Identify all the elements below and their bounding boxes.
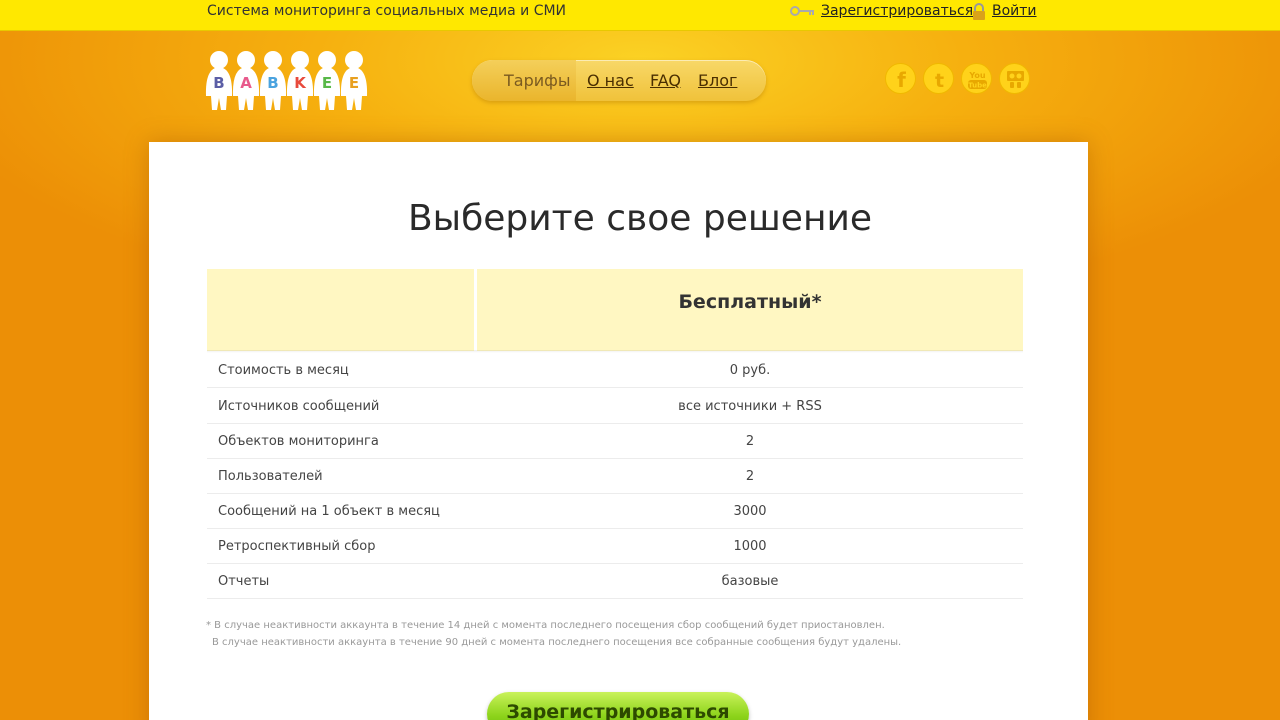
svg-text:Tube: Tube [968, 82, 987, 90]
nav-item-faq[interactable]: FAQ [650, 71, 681, 90]
nav-item-blog[interactable]: Блог [698, 71, 737, 90]
table-row: Ретроспективный сбор 1000 [207, 529, 1023, 564]
row-value: 2 [745, 434, 755, 449]
footnote-inactivity-90: В случае неактивности аккаунта в течение… [212, 637, 902, 648]
svg-text:f: f [897, 68, 906, 92]
table-row: Сообщений на 1 объект в месяц 3000 [207, 494, 1023, 529]
logo-figure: B [259, 51, 287, 110]
facebook-icon[interactable]: f [885, 63, 916, 94]
page-title: Выберите свое решение [407, 198, 873, 239]
plan-name: Бесплатный* [678, 291, 822, 313]
table-row: Источников сообщений все источники + RSS [207, 389, 1023, 424]
svg-text:You: You [968, 71, 986, 80]
twitter-icon[interactable]: t [923, 63, 954, 94]
logo-letter: E [349, 74, 359, 92]
plan-header: Бесплатный* [477, 269, 1023, 351]
logo-figure: K [286, 51, 314, 110]
row-label: Сообщений на 1 объект в месяц [218, 504, 440, 519]
logo-figures: BABKEE [205, 51, 368, 110]
top-bar: Система мониторинга социальных медиа и С… [0, 0, 1280, 31]
logo-letter: E [322, 74, 332, 92]
logo-letter: B [267, 74, 278, 92]
row-label: Ретроспективный сбор [218, 539, 376, 554]
row-value: 2 [745, 469, 755, 484]
register-button-label: Зарегистрироваться [506, 701, 730, 720]
logo-figure: E [313, 51, 341, 110]
row-value: 0 руб. [729, 363, 771, 378]
row-label: Источников сообщений [218, 399, 380, 414]
logo-letter: A [240, 74, 252, 92]
footnote-inactivity-14: * В случае неактивности аккаунта в течен… [206, 620, 885, 631]
main-nav: Тарифы О нас FAQ Блог [472, 60, 766, 101]
logo-figure: B [205, 51, 233, 110]
table-row: Пользователей 2 [207, 459, 1023, 494]
key-icon [790, 6, 814, 16]
site-tagline: Система мониторинга социальных медиа и С… [207, 3, 567, 19]
logo-figure: E [340, 51, 368, 110]
login-link[interactable]: Войти [992, 3, 1037, 19]
register-button[interactable]: Зарегистрироваться [487, 692, 749, 720]
table-header-empty [207, 269, 474, 351]
logo-letter: K [294, 74, 307, 92]
table-row: Объектов мониторинга 2 [207, 424, 1023, 459]
row-value: 3000 [733, 504, 767, 519]
row-label: Отчеты [218, 574, 270, 589]
row-label: Стоимость в месяц [218, 363, 349, 378]
lock-icon [973, 3, 985, 20]
table-row: Отчеты базовые [207, 564, 1023, 599]
table-row: Стоимость в месяц 0 руб. [207, 353, 1023, 388]
row-value: базовые [721, 574, 779, 589]
svg-text:t: t [935, 70, 944, 92]
babkee-logo[interactable]: BABKEE [205, 50, 369, 114]
row-label: Пользователей [218, 469, 323, 484]
nav-item-about[interactable]: О нас [587, 71, 634, 90]
nav-item-tariffs[interactable]: Тарифы [504, 71, 570, 90]
logo-figure: A [232, 51, 260, 110]
row-value: все источники + RSS [678, 399, 822, 414]
logo-letter: B [213, 74, 224, 92]
row-label: Объектов мониторинга [218, 434, 379, 449]
register-link[interactable]: Зарегистрироваться [821, 3, 973, 19]
youtube-icon[interactable]: You Tube [961, 63, 992, 94]
slideshare-icon[interactable] [999, 63, 1030, 94]
row-value: 1000 [733, 539, 767, 554]
